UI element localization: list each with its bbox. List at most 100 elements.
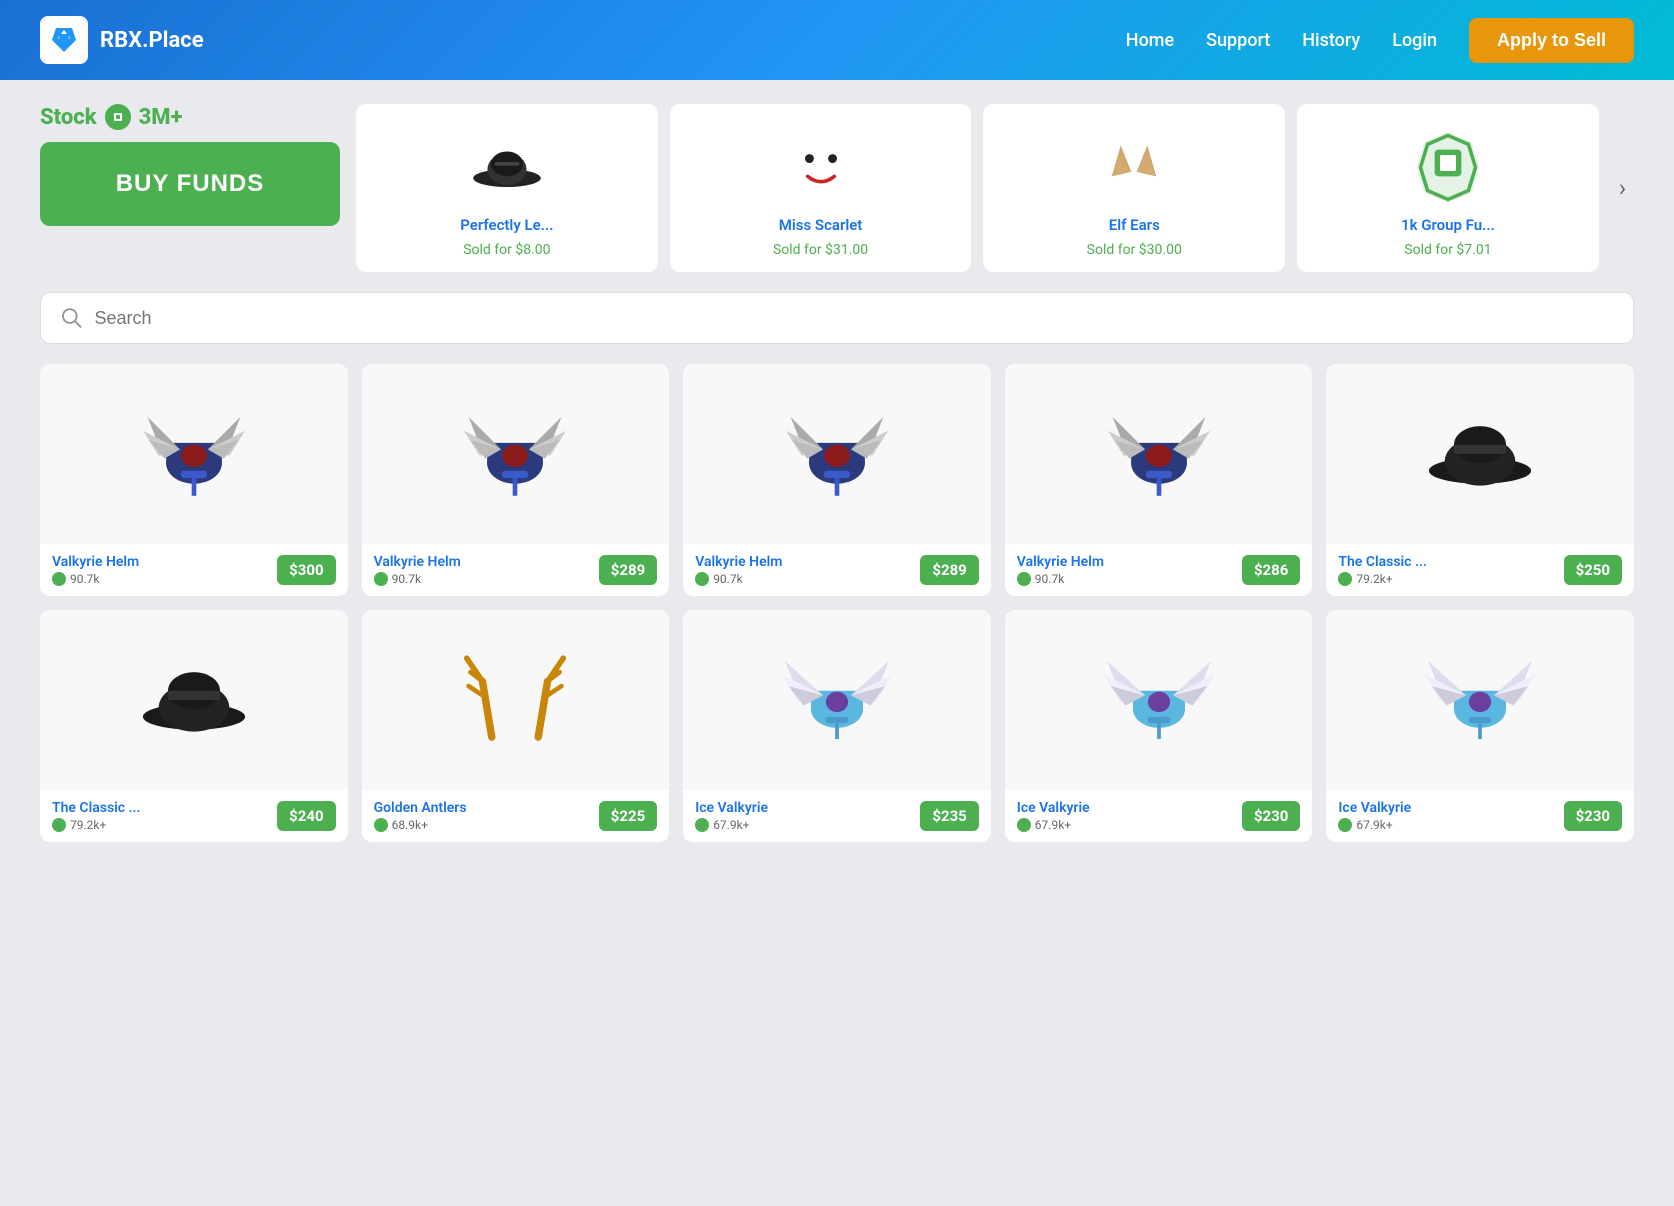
item-info-3: Valkyrie Helm 90.7k: [1017, 554, 1242, 586]
item-price-4: $250: [1564, 555, 1622, 585]
sold-item-card[interactable]: 1k Group Fu... Sold for $7.01: [1297, 104, 1599, 272]
robux-tiny-icon: [1338, 572, 1352, 586]
logo-text: RBX.Place: [100, 28, 204, 53]
item-demand-4: 79.2k+: [1338, 572, 1563, 586]
item-image-7: [683, 610, 991, 790]
nav-home[interactable]: Home: [1126, 30, 1174, 51]
nav: Home Support History Login Apply to Sell: [1126, 18, 1634, 63]
item-demand-0: 90.7k: [52, 572, 277, 586]
item-card-8[interactable]: Ice Valkyrie 67.9k+ $230: [1005, 610, 1313, 842]
item-image-2: [683, 364, 991, 544]
item-demand-3: 90.7k: [1017, 572, 1242, 586]
logo-icon: [40, 16, 88, 64]
item-image-6: [362, 610, 670, 790]
sold-item-card[interactable]: Perfectly Le... Sold for $8.00: [356, 104, 658, 272]
nav-support[interactable]: Support: [1206, 30, 1270, 51]
stock-label: Stock: [40, 105, 97, 130]
sold-item-image: [776, 118, 866, 208]
item-price-5: $240: [277, 801, 335, 831]
item-demand-5: 79.2k+: [52, 818, 277, 832]
sold-item-price-3: Sold for $7.01: [1404, 242, 1491, 258]
sold-item-name-3: 1k Group Fu...: [1401, 216, 1495, 234]
robux-tiny-icon: [1338, 818, 1352, 832]
item-name-3: Valkyrie Helm: [1017, 554, 1242, 570]
item-image-9: [1326, 610, 1634, 790]
robux-icon: [105, 104, 131, 130]
item-price-8: $230: [1242, 801, 1300, 831]
robux-tiny-icon: [374, 818, 388, 832]
sold-item-name-2: Elf Ears: [1109, 216, 1160, 234]
robux-tiny-icon: [52, 818, 66, 832]
item-footer-1: Valkyrie Helm 90.7k $289: [362, 544, 670, 596]
item-info-7: Ice Valkyrie 67.9k+: [695, 800, 920, 832]
item-info-2: Valkyrie Helm 90.7k: [695, 554, 920, 586]
item-footer-2: Valkyrie Helm 90.7k $289: [683, 544, 991, 596]
search-input[interactable]: [95, 308, 1613, 329]
item-price-1: $289: [599, 555, 657, 585]
item-card-6[interactable]: Golden Antlers 68.9k+ $225: [362, 610, 670, 842]
sold-items-carousel: Perfectly Le... Sold for $8.00 Miss Scar…: [356, 104, 1634, 272]
item-image-1: [362, 364, 670, 544]
search-icon: [61, 307, 83, 329]
sold-item-price-2: Sold for $30.00: [1087, 242, 1182, 258]
item-name-0: Valkyrie Helm: [52, 554, 277, 570]
robux-tiny-icon: [52, 572, 66, 586]
item-info-4: The Classic ... 79.2k+: [1338, 554, 1563, 586]
item-footer-3: Valkyrie Helm 90.7k $286: [1005, 544, 1313, 596]
item-demand-8: 67.9k+: [1017, 818, 1242, 832]
robux-tiny-icon: [695, 572, 709, 586]
sold-item-price-1: Sold for $31.00: [773, 242, 868, 258]
buy-funds-button[interactable]: BUY FUNDS: [40, 142, 340, 226]
sold-item-image: [1403, 118, 1493, 208]
nav-history[interactable]: History: [1302, 30, 1360, 51]
item-image-3: [1005, 364, 1313, 544]
item-demand-1: 90.7k: [374, 572, 599, 586]
item-price-3: $286: [1242, 555, 1300, 585]
item-name-6: Golden Antlers: [374, 800, 599, 816]
item-demand-2: 90.7k: [695, 572, 920, 586]
logo[interactable]: RBX.Place: [40, 16, 204, 64]
item-name-8: Ice Valkyrie: [1017, 800, 1242, 816]
item-price-0: $300: [277, 555, 335, 585]
item-footer-0: Valkyrie Helm 90.7k $300: [40, 544, 348, 596]
robux-tiny-icon: [374, 572, 388, 586]
item-info-5: The Classic ... 79.2k+: [52, 800, 277, 832]
apply-to-sell-button[interactable]: Apply to Sell: [1469, 18, 1634, 63]
item-card-1[interactable]: Valkyrie Helm 90.7k $289: [362, 364, 670, 596]
sold-item-card[interactable]: Elf Ears Sold for $30.00: [983, 104, 1285, 272]
robux-tiny-icon: [695, 818, 709, 832]
sold-item-name-0: Perfectly Le...: [460, 216, 553, 234]
item-price-2: $289: [920, 555, 978, 585]
sold-item-card[interactable]: Miss Scarlet Sold for $31.00: [670, 104, 972, 272]
sold-item-image: [462, 118, 552, 208]
item-card-7[interactable]: Ice Valkyrie 67.9k+ $235: [683, 610, 991, 842]
item-demand-7: 67.9k+: [695, 818, 920, 832]
top-section: Stock 3M+ BUY FUNDS: [40, 104, 1634, 272]
item-footer-7: Ice Valkyrie 67.9k+ $235: [683, 790, 991, 842]
item-card-3[interactable]: Valkyrie Helm 90.7k $286: [1005, 364, 1313, 596]
item-card-2[interactable]: Valkyrie Helm 90.7k $289: [683, 364, 991, 596]
item-card-4[interactable]: The Classic ... 79.2k+ $250: [1326, 364, 1634, 596]
sold-item-price-0: Sold for $8.00: [463, 242, 550, 258]
nav-login[interactable]: Login: [1392, 30, 1437, 51]
item-card-5[interactable]: The Classic ... 79.2k+ $240: [40, 610, 348, 842]
item-name-7: Ice Valkyrie: [695, 800, 920, 816]
items-grid: Valkyrie Helm 90.7k $300: [40, 364, 1634, 842]
item-info-6: Golden Antlers 68.9k+: [374, 800, 599, 832]
item-name-5: The Classic ...: [52, 800, 277, 816]
item-image-4: [1326, 364, 1634, 544]
item-footer-8: Ice Valkyrie 67.9k+ $230: [1005, 790, 1313, 842]
item-footer-6: Golden Antlers 68.9k+ $225: [362, 790, 670, 842]
carousel-next-button[interactable]: ›: [1611, 166, 1634, 210]
stock-badge: Stock 3M+: [40, 104, 340, 130]
item-name-2: Valkyrie Helm: [695, 554, 920, 570]
sold-item-name-1: Miss Scarlet: [779, 216, 863, 234]
robux-tiny-icon: [1017, 818, 1031, 832]
item-price-9: $230: [1564, 801, 1622, 831]
item-demand-9: 67.9k+: [1338, 818, 1563, 832]
item-card-0[interactable]: Valkyrie Helm 90.7k $300: [40, 364, 348, 596]
header: RBX.Place Home Support History Login App…: [0, 0, 1674, 80]
stock-amount: 3M+: [139, 105, 183, 130]
item-card-9[interactable]: Ice Valkyrie 67.9k+ $230: [1326, 610, 1634, 842]
item-info-9: Ice Valkyrie 67.9k+: [1338, 800, 1563, 832]
